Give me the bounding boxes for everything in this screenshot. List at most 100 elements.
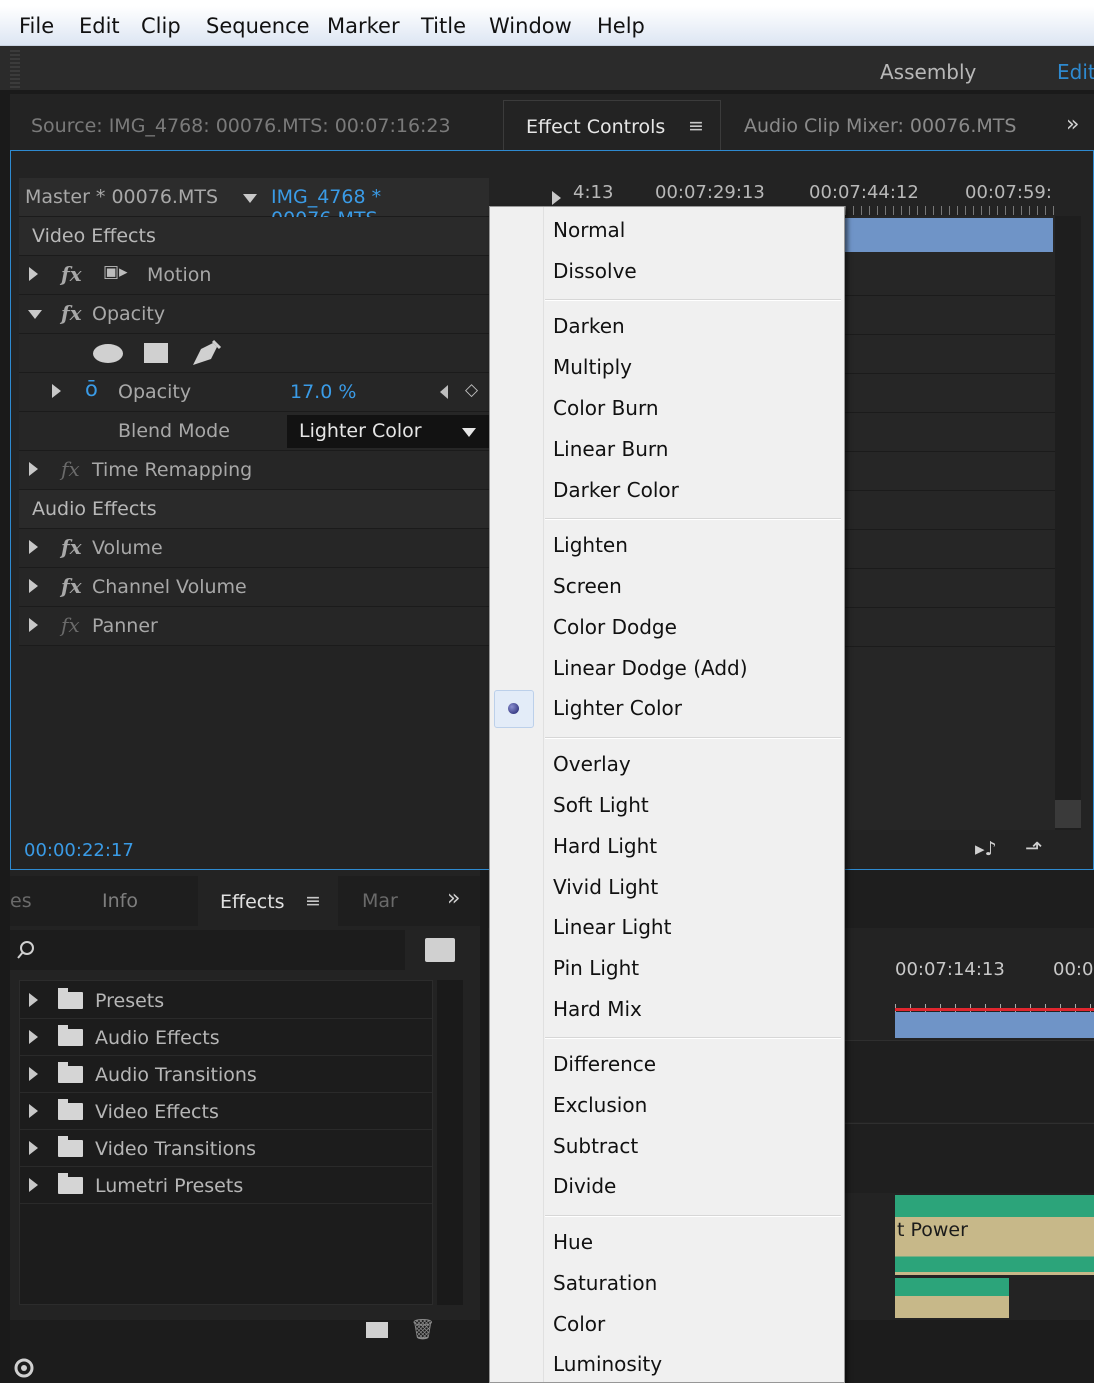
menu-item-hue[interactable]: Hue [553,1230,593,1254]
menu-item-saturation[interactable]: Saturation [553,1271,657,1295]
blend-mode-dropdown[interactable]: Lighter Color [287,415,489,448]
expand-arrow-icon[interactable] [29,993,38,1007]
motion-transform-icon[interactable]: ▣▸ [103,262,128,282]
menu-item-pin-light[interactable]: Pin Light [553,956,639,980]
new-bin-icon[interactable] [366,1322,388,1338]
menu-item-darker-color[interactable]: Darker Color [553,478,679,502]
menu-item-luminosity[interactable]: Luminosity [553,1352,662,1376]
menu-item-screen[interactable]: Screen [553,574,622,598]
expand-arrow-icon[interactable] [52,384,61,398]
fx-toggle-icon[interactable]: fx [61,535,82,559]
menu-item-difference[interactable]: Difference [553,1052,656,1076]
effect-row-volume[interactable]: fx Volume [19,529,489,568]
rectangle-mask-icon[interactable] [144,343,168,363]
collapse-arrow-icon[interactable] [28,310,42,319]
tab-effect-controls[interactable]: Effect Controls ≡ [503,100,721,150]
current-timecode[interactable]: 00:00:22:17 [24,840,134,861]
effects-search-input[interactable] [10,930,405,970]
menu-item-soft-light[interactable]: Soft Light [553,793,649,817]
fx-toggle-icon[interactable]: fx [61,574,82,598]
menu-marker[interactable]: Marker [327,14,400,38]
effect-row-panner[interactable]: fx Panner [19,607,489,646]
stopwatch-icon[interactable]: ō [85,377,98,401]
add-keyframe-icon[interactable]: ◇ [465,380,478,400]
menu-item-linear-dodge[interactable]: Linear Dodge (Add) [553,656,748,680]
scrollbar-thumb[interactable] [1055,800,1081,828]
vertical-scrollbar[interactable] [1055,216,1081,830]
tree-item-presets[interactable]: Presets [20,982,432,1019]
tabs-overflow-icon[interactable]: » [447,886,460,911]
menu-item-linear-light[interactable]: Linear Light [553,915,671,939]
work-area-bar[interactable] [895,1008,1094,1011]
grip-handle[interactable] [10,50,20,88]
ellipse-mask-icon[interactable] [93,344,123,363]
pen-mask-icon[interactable] [189,337,223,369]
tab-source[interactable]: Source: IMG_4768: 00076.MTS: 00:07:16:23 [31,100,451,150]
menu-item-overlay[interactable]: Overlay [553,752,631,776]
expand-arrow-icon[interactable] [29,462,38,476]
play-audio-icon[interactable]: ▸♪ [975,838,997,860]
workspace-edit[interactable]: Edit [1057,60,1094,84]
expand-arrow-icon[interactable] [29,1178,38,1192]
tab-info[interactable]: Info [102,890,138,912]
menu-window[interactable]: Window [489,14,572,38]
keyframe-area[interactable] [845,216,1055,830]
menu-item-lighter-color[interactable]: Lighter Color [553,696,682,720]
video-track[interactable] [845,1123,1094,1193]
effect-row-motion[interactable]: fx ▣▸ Motion [19,256,489,295]
panel-menu-icon[interactable]: ≡ [305,890,321,912]
fx-toggle-icon[interactable]: fx [61,262,82,286]
menu-edit[interactable]: Edit [79,14,120,38]
tree-item-video-effects[interactable]: Video Effects [20,1093,432,1130]
fx-toggle-icon[interactable]: fx [61,301,82,325]
previous-keyframe-icon[interactable] [440,385,448,399]
video-track[interactable] [845,1040,1094,1122]
expand-arrow-icon[interactable] [29,1141,38,1155]
effect-row-time-remapping[interactable]: fx Time Remapping [19,451,489,490]
menu-item-divide[interactable]: Divide [553,1174,616,1198]
tree-item-audio-effects[interactable]: Audio Effects [20,1019,432,1056]
menu-item-color[interactable]: Color [553,1312,605,1336]
menu-item-dissolve[interactable]: Dissolve [553,259,637,283]
play-arrow-icon[interactable] [552,191,561,205]
tab-effects[interactable]: Effects ≡ [198,876,338,926]
trash-icon[interactable]: 🗑 [410,1317,435,1341]
expand-arrow-icon[interactable] [29,618,38,632]
expand-arrow-icon[interactable] [29,267,38,281]
effect-row-opacity[interactable]: fx Opacity [19,295,489,334]
menu-item-vivid-light[interactable]: Vivid Light [553,875,658,899]
tab-markers[interactable]: Mar [362,890,398,912]
creative-cloud-icon[interactable] [10,1357,38,1379]
chevron-down-icon[interactable] [243,194,257,203]
menu-item-exclusion[interactable]: Exclusion [553,1093,647,1117]
new-custom-bin-icon[interactable] [425,938,455,962]
panel-menu-icon[interactable]: ≡ [688,115,704,137]
menu-sequence[interactable]: Sequence [206,14,310,38]
menu-title[interactable]: Title [421,14,466,38]
menu-item-multiply[interactable]: Multiply [553,355,632,379]
tree-item-video-transitions[interactable]: Video Transitions [20,1130,432,1167]
effects-list-scrollbar[interactable] [437,980,463,1305]
expand-arrow-icon[interactable] [29,1030,38,1044]
menu-clip[interactable]: Clip [141,14,181,38]
menu-item-subtract[interactable]: Subtract [553,1134,638,1158]
opacity-value[interactable]: 17.0 % [290,381,356,403]
export-frame-icon[interactable]: ⬏ [1025,836,1043,860]
tree-item-lumetri-presets[interactable]: Lumetri Presets [20,1167,432,1204]
menu-item-darken[interactable]: Darken [553,314,625,338]
workspace-assembly[interactable]: Assembly [880,60,976,84]
menu-item-hard-mix[interactable]: Hard Mix [553,997,642,1021]
tabs-overflow-icon[interactable]: » [1066,100,1079,150]
menu-item-lighten[interactable]: Lighten [553,533,628,557]
effect-row-channel-volume[interactable]: fx Channel Volume [19,568,489,607]
menu-item-hard-light[interactable]: Hard Light [553,834,657,858]
tab-audio-clip-mixer[interactable]: Audio Clip Mixer: 00076.MTS [744,100,1016,150]
menu-file[interactable]: File [19,14,54,38]
tab-partial[interactable]: es [10,890,32,912]
menu-item-color-dodge[interactable]: Color Dodge [553,615,677,639]
menu-help[interactable]: Help [597,14,645,38]
expand-arrow-icon[interactable] [29,1067,38,1081]
menu-item-color-burn[interactable]: Color Burn [553,396,659,420]
expand-arrow-icon[interactable] [29,1104,38,1118]
menu-item-normal[interactable]: Normal [553,218,625,242]
